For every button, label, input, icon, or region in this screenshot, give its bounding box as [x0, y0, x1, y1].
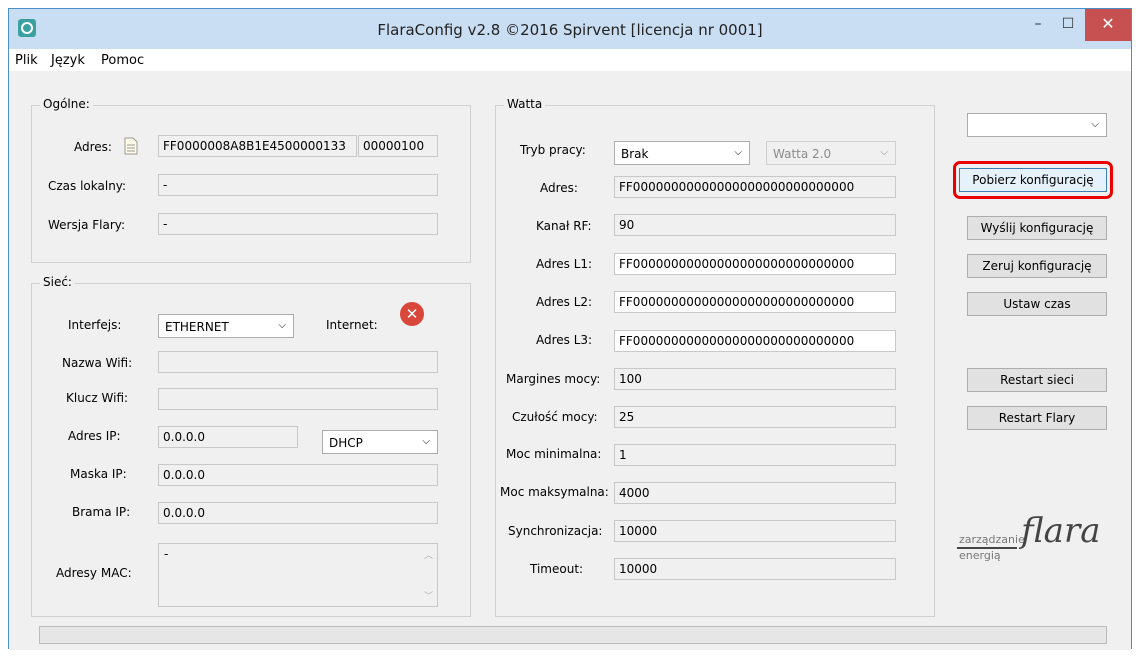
wersja-label: Wersja Flary:: [48, 218, 126, 232]
interfejs-select[interactable]: ETHERNET ⌵: [158, 314, 294, 338]
scroll-down-icon[interactable]: ﹀: [424, 589, 433, 602]
group-ogolne-title: Ogólne:: [40, 97, 93, 111]
czas-label: Czas lokalny:: [48, 179, 127, 193]
l3-label: Adres L3:: [536, 333, 593, 347]
kanal-label: Kanał RF:: [536, 219, 592, 233]
logo-underline: [957, 547, 1017, 549]
chevron-down-icon: ⌵: [422, 436, 430, 447]
czulosc-field[interactable]: 25: [614, 406, 896, 428]
internet-status-error-icon: ✕: [400, 302, 424, 326]
l2-field[interactable]: FF00000000000000000000000000000: [614, 291, 896, 313]
kanal-field[interactable]: 90: [614, 214, 896, 236]
wyslij-button[interactable]: Wyślij konfigurację: [967, 216, 1107, 240]
mac-value: -: [164, 547, 169, 561]
logo-line1: zarządzanie: [959, 533, 1025, 546]
scroll-up-icon[interactable]: ︿: [424, 548, 433, 561]
chevron-down-icon: ⌵: [278, 320, 286, 331]
maska-label: Maska IP:: [70, 467, 127, 481]
wersja-field: -: [158, 213, 438, 235]
menu-plik[interactable]: Plik: [15, 53, 38, 68]
sync-field[interactable]: 10000: [614, 520, 896, 542]
nazwa-wifi-field[interactable]: [158, 351, 438, 373]
app-window: FlaraConfig v2.8 ©2016 Spirvent [licencj…: [8, 8, 1132, 650]
restart-sieci-button[interactable]: Restart sieci: [967, 368, 1107, 392]
flara-logo: zarządzanie energią flara: [957, 501, 1113, 571]
interfejs-label: Interfejs:: [68, 318, 122, 332]
brama-label: Brama IP:: [72, 505, 131, 519]
interfejs-value: ETHERNET: [165, 320, 229, 334]
min-field[interactable]: 1: [614, 444, 896, 466]
maska-field[interactable]: 0.0.0.0: [158, 464, 438, 486]
progress-bar: [39, 626, 1107, 644]
menu-pomoc[interactable]: Pomoc: [101, 53, 144, 68]
czulosc-label: Czułość mocy:: [512, 410, 598, 424]
tryb-label: Tryb pracy:: [520, 143, 586, 157]
logo-brand: flara: [1021, 511, 1101, 551]
l3-field[interactable]: FF00000000000000000000000000000: [614, 330, 896, 352]
margines-field[interactable]: 100: [614, 368, 896, 390]
device-select[interactable]: ⌵: [967, 113, 1107, 137]
group-ogolne: Ogólne: Adres: FF0000008A8B1E4500000133 …: [31, 97, 471, 263]
window-title: FlaraConfig v2.8 ©2016 Spirvent [licencj…: [377, 21, 763, 39]
close-icon[interactable]: ✕: [1085, 9, 1131, 41]
title-bar: FlaraConfig v2.8 ©2016 Spirvent [licencj…: [9, 9, 1131, 50]
chevron-down-icon: ⌵: [1091, 119, 1099, 130]
adres-ip-label: Adres IP:: [68, 429, 121, 443]
logo-line2: energią: [959, 549, 1001, 562]
mac-textarea[interactable]: - ︿ ﹀: [158, 543, 438, 607]
group-watta-title: Watta: [504, 97, 546, 111]
tryb-value: Brak: [621, 147, 649, 161]
internet-label: Internet:: [326, 318, 378, 332]
adres-ip-field[interactable]: 0.0.0.0: [158, 426, 298, 448]
menu-jezyk[interactable]: Język: [51, 53, 85, 68]
nazwa-wifi-label: Nazwa Wifi:: [62, 356, 133, 370]
model-value: Watta 2.0: [773, 147, 832, 161]
document-icon[interactable]: [124, 137, 138, 155]
l1-field[interactable]: FF00000000000000000000000000000: [614, 253, 896, 275]
chevron-down-icon: ⌵: [880, 147, 888, 158]
group-watta: Watta Tryb pracy: Brak ⌵ Watta 2.0 ⌵ Adr…: [495, 97, 935, 617]
maximize-icon[interactable]: ☐: [1053, 9, 1083, 41]
menu-bar: Plik Język Pomoc: [9, 49, 1131, 71]
klucz-wifi-field[interactable]: [158, 388, 438, 410]
ip-mode-select[interactable]: DHCP ⌵: [322, 430, 438, 454]
adres-label: Adres:: [74, 140, 112, 154]
pobierz-button[interactable]: Pobierz konfigurację: [959, 168, 1107, 192]
czas-field: -: [158, 174, 438, 196]
minimize-icon[interactable]: –: [1023, 9, 1053, 41]
watta-adres-field: FF00000000000000000000000000000: [614, 176, 896, 198]
tryb-select[interactable]: Brak ⌵: [614, 141, 750, 165]
max-label: Moc maksymalna:: [500, 485, 609, 499]
l2-label: Adres L2:: [536, 295, 593, 309]
group-siec: Sieć: Interfejs: ETHERNET ⌵ Internet: Na…: [31, 275, 471, 617]
timeout-field[interactable]: 10000: [614, 558, 896, 580]
group-siec-title: Sieć:: [40, 275, 75, 289]
ustaw-czas-button[interactable]: Ustaw czas: [967, 292, 1107, 316]
zeruj-button[interactable]: Zeruj konfigurację: [967, 254, 1107, 278]
adres-field[interactable]: FF0000008A8B1E4500000133: [158, 135, 357, 157]
min-label: Moc minimalna:: [506, 447, 602, 461]
max-field[interactable]: 4000: [614, 482, 896, 504]
main-content: Ogólne: Adres: FF0000008A8B1E4500000133 …: [9, 71, 1131, 650]
mac-label: Adresy MAC:: [56, 566, 132, 580]
klucz-wifi-label: Klucz Wifi:: [66, 391, 129, 405]
watta-adres-label: Adres:: [540, 181, 578, 195]
l1-label: Adres L1:: [536, 257, 593, 271]
timeout-label: Timeout:: [530, 562, 584, 576]
ip-mode-value: DHCP: [329, 436, 363, 450]
chevron-down-icon: ⌵: [734, 147, 742, 158]
restart-flary-button[interactable]: Restart Flary: [967, 406, 1107, 430]
sync-label: Synchronizacja:: [508, 524, 603, 538]
margines-label: Margines mocy:: [506, 372, 601, 386]
model-select: Watta 2.0 ⌵: [766, 141, 896, 165]
adres-extra-field[interactable]: 00000100: [358, 135, 438, 157]
brama-field[interactable]: 0.0.0.0: [158, 502, 438, 524]
